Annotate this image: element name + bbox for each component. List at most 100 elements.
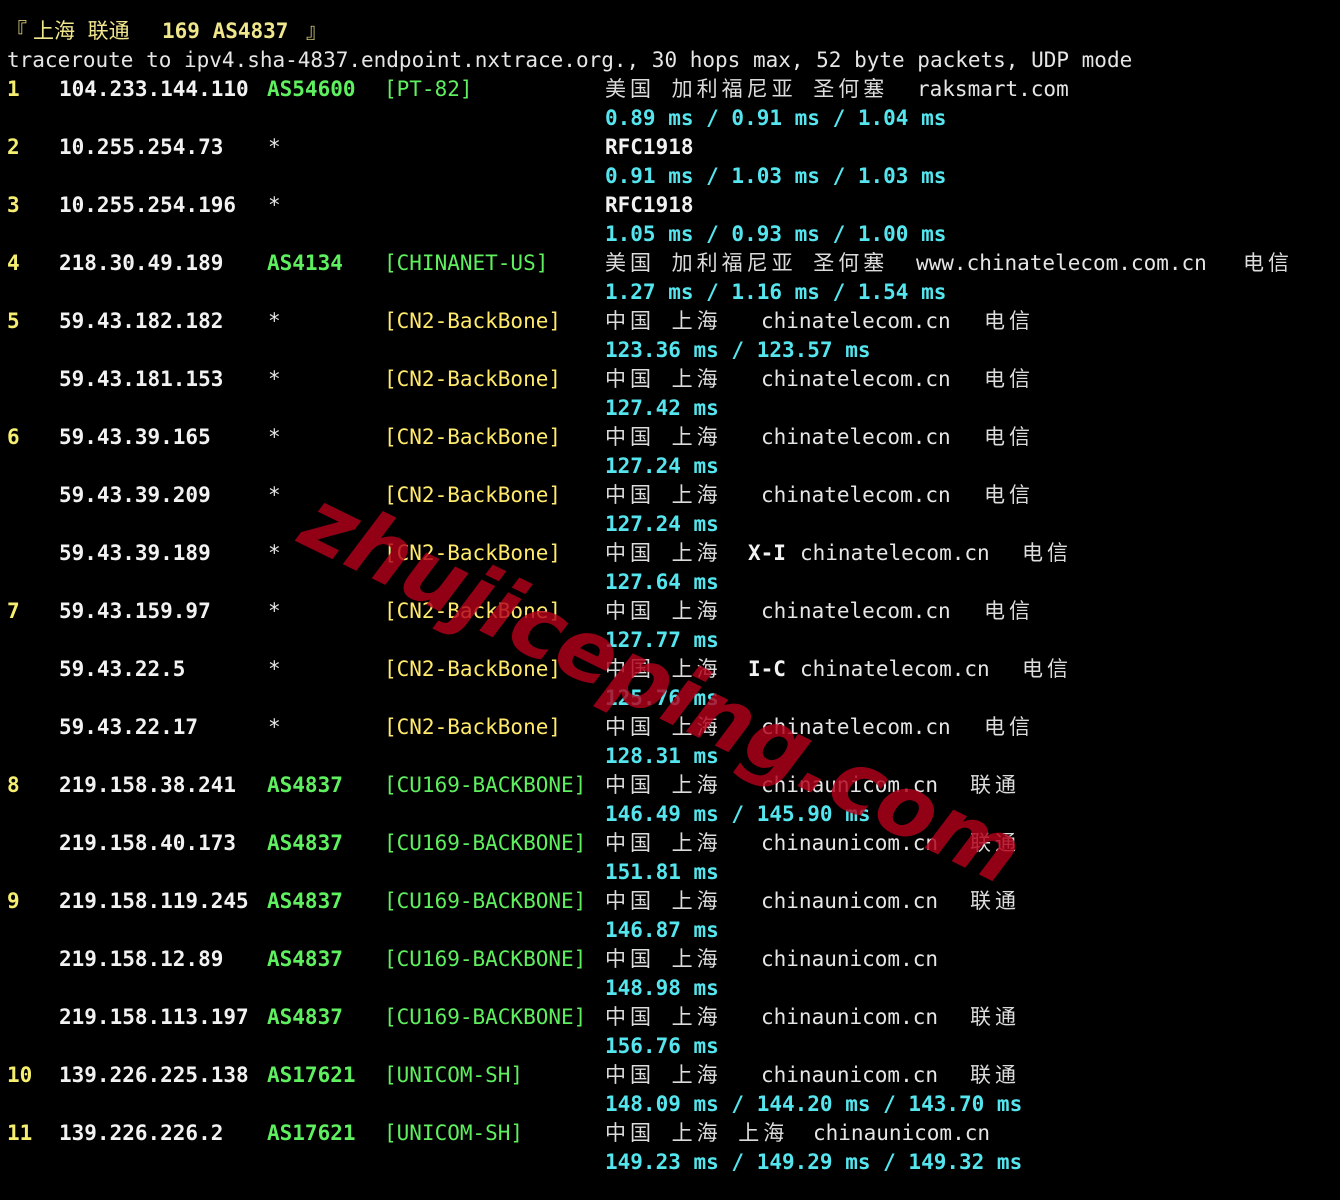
hop-row: 4 218.30.49.189 AS4134 [CHINANET-US] 美国 加利福尼… — [0, 249, 1340, 278]
hop-domain: chinatelecom.cn — [761, 599, 951, 623]
hop-network-tag: [CN2-BackBone] — [384, 657, 562, 681]
hop-ip: 59.43.39.165 — [59, 425, 211, 449]
hop-network-tag: [CN2-BackBone] — [384, 599, 562, 623]
hop-geo: RFC1918 — [605, 193, 694, 217]
hop-domain: chinaunicom.cn — [761, 889, 939, 913]
hop-number: 10 — [7, 1063, 33, 1087]
hop-rtt-row: 1.05 ms / 0.93 ms / 1.00 ms — [0, 220, 1340, 249]
hop-domain: raksmart.com — [917, 77, 1069, 101]
hop-isp: 电信 — [984, 367, 1034, 391]
hop-asn: * — [268, 599, 281, 623]
hop-number: 4 — [7, 251, 20, 275]
hop-row: 59.43.22.17 * [CN2-BackBone] 中国 上海 chinatele… — [0, 713, 1340, 742]
hop-row: 3 10.255.254.196 * RFC1918 — [0, 191, 1340, 220]
hop-row: 11 139.226.226.2 AS17621 [UNICOM-SH] 中国 上海 上… — [0, 1119, 1340, 1148]
hop-geo: 中国 上海 — [605, 657, 722, 681]
hop-domain: chinaunicom.cn — [813, 1121, 991, 1145]
hop-asn: * — [268, 541, 281, 565]
hop-rtt-row: 148.09 ms / 144.20 ms / 143.70 ms — [0, 1090, 1340, 1119]
hop-asn: * — [268, 135, 281, 159]
hop-geo: 中国 上海 — [605, 599, 722, 623]
hop-ip: 139.226.225.138 — [59, 1063, 249, 1087]
hop-row: 59.43.22.5 * [CN2-BackBone] 中国 上海 I-C chinate… — [0, 655, 1340, 684]
hop-isp: 联通 — [970, 1005, 1020, 1029]
hop-rtt: 127.42 ms — [605, 396, 719, 420]
hop-number: 8 — [7, 773, 20, 797]
hop-domain: chinaunicom.cn — [761, 947, 939, 971]
hop-geo: 中国 上海 — [605, 947, 722, 971]
hop-network-tag: [CU169-BACKBONE] — [384, 1005, 587, 1029]
hop-isp: 电信 — [984, 425, 1034, 449]
hop-rtt: 123.36 ms / 123.57 ms — [605, 338, 871, 362]
hop-domain: chinatelecom.cn — [761, 483, 951, 507]
hop-network-tag: [PT-82] — [384, 77, 473, 101]
hop-rtt-row: 148.98 ms — [0, 974, 1340, 1003]
hop-rtt: 156.76 ms — [605, 1034, 719, 1058]
hop-ip: 59.43.182.182 — [59, 309, 224, 333]
hop-ip: 219.158.40.173 — [59, 831, 237, 855]
hop-geo: RFC1918 — [605, 135, 694, 159]
hop-number: 11 — [7, 1121, 33, 1145]
hop-rtt: 127.77 ms — [605, 628, 719, 652]
hop-row: 6 59.43.39.165 * [CN2-BackBone] 中国 上海 chinate… — [0, 423, 1340, 452]
hop-rtt-row: 1.27 ms / 1.16 ms / 1.54 ms — [0, 278, 1340, 307]
hop-asn: AS4134 — [267, 251, 343, 275]
hop-row: 2 10.255.254.73 * RFC1918 — [0, 133, 1340, 162]
hop-exchange-flag: X-I — [748, 541, 786, 565]
hop-network-tag: [CN2-BackBone] — [384, 483, 562, 507]
hop-asn: * — [268, 193, 281, 217]
hop-row: 5 59.43.182.182 * [CN2-BackBone] 中国 上海 chinat… — [0, 307, 1340, 336]
hop-ip: 218.30.49.189 — [59, 251, 224, 275]
hop-geo: 中国 上海 — [605, 831, 722, 855]
hop-network-tag: [CU169-BACKBONE] — [384, 831, 587, 855]
hop-row: 59.43.39.209 * [CN2-BackBone] 中国 上海 chinatel… — [0, 481, 1340, 510]
hop-geo: 中国 上海 — [605, 1063, 722, 1087]
terminal-window[interactable]: 『 上海 联通 169 AS4837 』 traceroute to ipv4.… — [0, 0, 1340, 1200]
hop-ip: 59.43.159.97 — [59, 599, 211, 623]
hop-isp: 电信 — [984, 483, 1034, 507]
hop-rtt: 127.64 ms — [605, 570, 719, 594]
hop-ip: 59.43.22.17 — [59, 715, 199, 739]
hop-asn: * — [268, 309, 281, 333]
hop-ip: 59.43.39.209 — [59, 483, 211, 507]
hop-row: 1 104.233.144.110 AS54600 [PT-82] 美国 加利福尼亚 圣… — [0, 75, 1340, 104]
hop-domain: chinatelecom.cn — [761, 715, 951, 739]
hop-number: 7 — [7, 599, 20, 623]
hop-geo: 中国 上海 — [605, 1005, 722, 1029]
hop-asn: AS54600 — [267, 77, 356, 101]
hop-rtt-row: 146.87 ms — [0, 916, 1340, 945]
hop-number: 6 — [7, 425, 20, 449]
hop-rtt: 148.98 ms — [605, 976, 719, 1000]
hop-ip: 10.255.254.196 — [59, 193, 237, 217]
hop-geo: 中国 上海 上海 — [605, 1121, 789, 1145]
hop-domain: chinaunicom.cn — [761, 773, 939, 797]
hop-network-tag: [CN2-BackBone] — [384, 715, 562, 739]
hop-asn: * — [268, 367, 281, 391]
title-asn: 169 AS4837 — [162, 19, 289, 43]
hop-row: 59.43.39.189 * [CN2-BackBone] 中国 上海 X-I china… — [0, 539, 1340, 568]
hop-domain: chinatelecom.cn — [800, 657, 990, 681]
hop-rtt-row: 0.89 ms / 0.91 ms / 1.04 ms — [0, 104, 1340, 133]
hop-rtt: 149.23 ms / 149.29 ms / 149.32 ms — [605, 1150, 1023, 1174]
hop-rtt: 0.91 ms / 1.03 ms / 1.03 ms — [605, 164, 947, 188]
hop-geo: 美国 加利福尼亚 圣何塞 — [605, 251, 889, 275]
hop-ip: 219.158.12.89 — [59, 947, 224, 971]
hop-row: 7 59.43.159.97 * [CN2-BackBone] 中国 上海 chinate… — [0, 597, 1340, 626]
hop-network-tag: [UNICOM-SH] — [384, 1063, 524, 1087]
hop-rtt: 1.27 ms / 1.16 ms / 1.54 ms — [605, 280, 947, 304]
hop-isp: 电信 — [984, 309, 1034, 333]
hop-row: 10 139.226.225.138 AS17621 [UNICOM-SH] 中国 上海… — [0, 1061, 1340, 1090]
hop-geo: 中国 上海 — [605, 773, 722, 797]
hop-ip: 219.158.113.197 — [59, 1005, 249, 1029]
hop-number: 2 — [7, 135, 20, 159]
hop-geo: 中国 上海 — [605, 715, 722, 739]
hop-rtt-row: 127.64 ms — [0, 568, 1340, 597]
hop-row: 219.158.113.197 AS4837 [CU169-BACKBONE] 中国 … — [0, 1003, 1340, 1032]
hop-rtt-row: 151.81 ms — [0, 858, 1340, 887]
hop-asn: * — [268, 425, 281, 449]
hop-row: 219.158.40.173 AS4837 [CU169-BACKBONE] 中国 上… — [0, 829, 1340, 858]
hop-isp: 电信 — [1243, 251, 1293, 275]
hop-network-tag: [CU169-BACKBONE] — [384, 947, 587, 971]
hop-asn: AS4837 — [267, 773, 343, 797]
hop-rtt-row: 125.76 ms — [0, 684, 1340, 713]
